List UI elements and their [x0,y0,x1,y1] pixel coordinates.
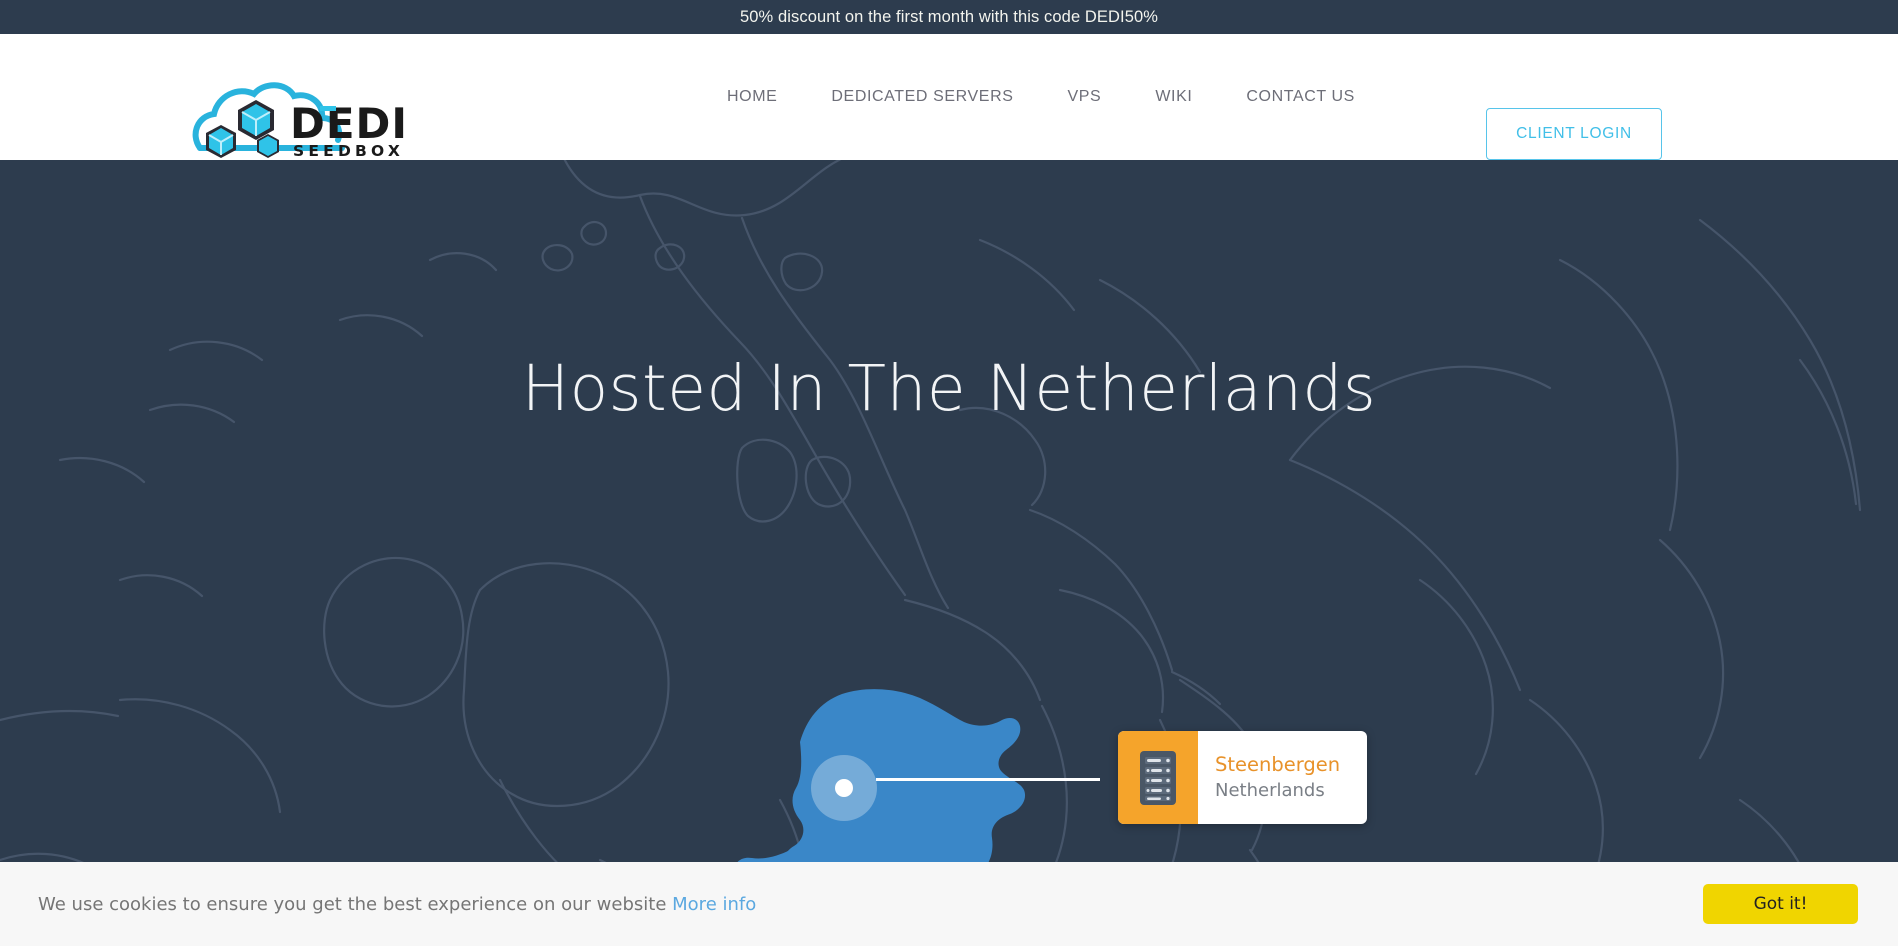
location-country: Netherlands [1215,779,1325,801]
promo-banner: 50% discount on the first month with thi… [0,0,1898,34]
location-city: Steenbergen [1215,753,1341,777]
client-login-button[interactable]: CLIENT LOGIN [1486,108,1662,160]
main-navigation: HOME DEDICATED SERVERS VPS WIKI CONTACT … [700,34,1382,160]
cookie-consent-banner: We use cookies to ensure you get the bes… [0,862,1898,946]
location-card[interactable]: Steenbergen Netherlands [1118,731,1367,824]
promo-banner-text: 50% discount on the first month with thi… [739,7,1159,26]
nav-home[interactable]: HOME [700,88,804,106]
nav-wiki[interactable]: WIKI [1128,88,1219,106]
hero-title: Hosted In The Netherlands [521,352,1377,425]
map-marker-netherlands[interactable] [811,755,877,821]
cookie-more-info-link[interactable]: More info [672,894,756,915]
nav-vps[interactable]: VPS [1041,88,1129,106]
svg-text:SEEDBOX: SEEDBOX [293,142,404,160]
dedi-seedbox-logo[interactable]: DEDI SEEDBOX [192,78,407,160]
cookie-message-wrap: We use cookies to ensure you get the bes… [38,894,756,915]
server-rack-icon [1140,750,1176,805]
europe-map-graphic [0,160,1862,946]
cookie-accept-button[interactable]: Got it! [1703,884,1858,924]
svg-text:DEDI: DEDI [290,99,407,148]
site-header: DEDI SEEDBOX HOME DEDICATED SERVERS VPS … [0,34,1898,160]
cookie-message: We use cookies to ensure you get the bes… [38,893,667,915]
marker-connector-line [876,778,1100,781]
marker-dot [835,779,853,797]
location-card-icon-panel [1118,731,1198,824]
nav-contact-us[interactable]: CONTACT US [1219,88,1382,106]
hero-map-section: Hosted In The Netherlands Steenbergen Ne… [0,160,1898,946]
nav-dedicated-servers[interactable]: DEDICATED SERVERS [804,88,1040,106]
location-card-text: Steenbergen Netherlands [1198,731,1367,824]
